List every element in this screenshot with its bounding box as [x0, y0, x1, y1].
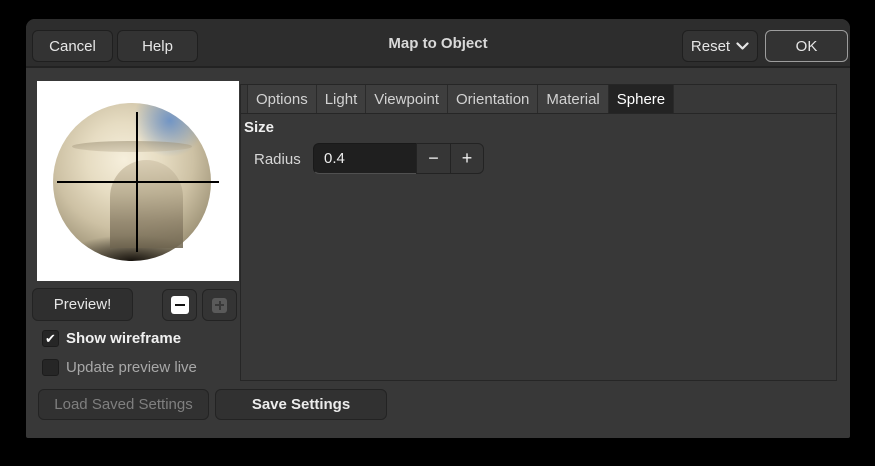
- cancel-button[interactable]: Cancel: [32, 30, 113, 62]
- chevron-down-icon: [736, 42, 749, 50]
- show-wireframe-label: Show wireframe: [66, 330, 182, 347]
- plus-icon: +: [461, 148, 473, 168]
- tab-bar: Options Light Viewpoint Orientation Mate…: [241, 84, 836, 114]
- radius-input[interactable]: [313, 143, 416, 174]
- checkmark-icon: ✔: [45, 331, 56, 346]
- sphere-texture-band: [71, 140, 193, 152]
- tab-options[interactable]: Options: [247, 85, 317, 113]
- zoom-out-icon: [170, 296, 189, 314]
- wireframe-horizontal-line: [57, 181, 219, 183]
- tab-viewpoint[interactable]: Viewpoint: [366, 85, 449, 113]
- radius-increment-button[interactable]: +: [450, 143, 484, 174]
- tab-material[interactable]: Material: [538, 85, 609, 113]
- sphere-texture-arch: [109, 159, 183, 249]
- settings-notebook: Options Light Viewpoint Orientation Mate…: [240, 84, 837, 381]
- update-preview-label: Update preview live: [66, 359, 197, 376]
- zoom-in-button[interactable]: [202, 289, 237, 321]
- screen-background: Cancel Help Map to Object Reset OK Previ…: [0, 0, 875, 466]
- reset-button[interactable]: Reset: [682, 30, 758, 62]
- update-preview-row: Update preview live: [42, 359, 197, 376]
- update-preview-checkbox[interactable]: [42, 359, 59, 376]
- dialog-header-bar: Cancel Help Map to Object Reset OK: [26, 19, 850, 68]
- help-button[interactable]: Help: [117, 30, 198, 62]
- zoom-in-icon: [212, 297, 227, 313]
- ok-button[interactable]: OK: [765, 30, 848, 62]
- reset-button-label: Reset: [690, 37, 731, 55]
- map-to-object-dialog: Cancel Help Map to Object Reset OK Previ…: [26, 19, 850, 438]
- show-wireframe-row: ✔ Show wireframe: [42, 330, 181, 347]
- tab-sphere[interactable]: Sphere: [608, 85, 675, 113]
- zoom-out-button[interactable]: [162, 289, 197, 321]
- show-wireframe-checkbox[interactable]: ✔: [42, 330, 59, 347]
- radius-decrement-button[interactable]: −: [416, 143, 450, 174]
- minus-icon: −: [428, 148, 439, 168]
- radius-spinner: − +: [313, 143, 485, 174]
- preview-image[interactable]: [37, 81, 239, 281]
- size-section-title: Size: [244, 119, 275, 136]
- save-settings-button[interactable]: Save Settings: [215, 389, 387, 420]
- tab-orientation[interactable]: Orientation: [448, 85, 539, 113]
- preview-button[interactable]: Preview!: [32, 288, 133, 321]
- load-saved-settings-button[interactable]: Load Saved Settings: [38, 389, 209, 420]
- radius-label: Radius: [254, 151, 301, 168]
- tab-light[interactable]: Light: [316, 85, 367, 113]
